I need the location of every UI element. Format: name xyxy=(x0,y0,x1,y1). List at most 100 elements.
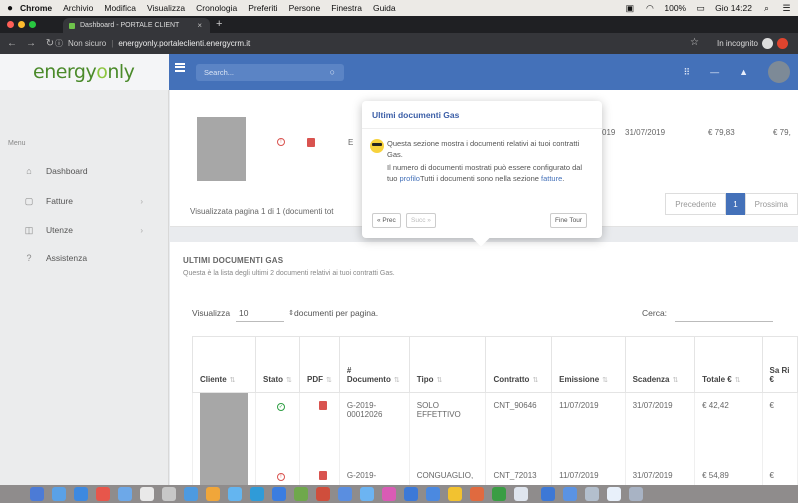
hamburger-menu-icon[interactable] xyxy=(175,66,185,68)
finder-icon[interactable] xyxy=(30,487,44,501)
sidebar-item-fatture[interactable]: ▢ Fatture › xyxy=(0,188,169,214)
menu-preferiti[interactable]: Preferiti xyxy=(248,3,277,13)
teamviewer-icon[interactable] xyxy=(338,487,352,501)
vscode-icon[interactable] xyxy=(404,487,418,501)
close-tab-icon[interactable]: × xyxy=(197,21,202,30)
invoices-link[interactable]: fatture xyxy=(541,174,562,183)
extension-icon[interactable] xyxy=(776,38,788,49)
sidebar-item-utenze[interactable]: ◫ Utenze › xyxy=(0,217,169,243)
column-header-contratto[interactable]: Contratto ⇅ xyxy=(485,336,553,393)
vlc-icon[interactable] xyxy=(470,487,484,501)
app-logo[interactable]: energy o nly xyxy=(0,54,169,90)
spotify-icon[interactable] xyxy=(492,487,506,501)
notification-bell-icon[interactable]: ▲ xyxy=(739,67,748,77)
app-store-icon[interactable] xyxy=(184,487,198,501)
apps-grid-icon[interactable]: ⠿ xyxy=(683,67,690,78)
excel-icon[interactable] xyxy=(294,487,308,501)
incognito-indicator[interactable]: In incognito xyxy=(717,38,788,49)
profile-link[interactable]: profilo xyxy=(400,174,420,183)
sort-icon[interactable]: ⇅ xyxy=(326,377,332,384)
menu-app-chrome[interactable]: Chrome xyxy=(20,3,52,13)
close-window-button[interactable] xyxy=(7,21,14,28)
topbar-search-input[interactable]: Search... ○ xyxy=(196,64,344,81)
bookmark-star-icon[interactable]: ☆ xyxy=(690,37,699,48)
menu-cronologia[interactable]: Cronologia xyxy=(196,3,237,13)
filezilla-icon[interactable] xyxy=(448,487,462,501)
menu-persone[interactable]: Persone xyxy=(289,3,321,13)
outlook-icon[interactable] xyxy=(563,487,577,501)
preview-icon[interactable] xyxy=(514,487,528,501)
sidebar-item-assistenza[interactable]: ? Assistenza xyxy=(0,245,169,271)
pdf-icon[interactable] xyxy=(318,471,327,480)
photos-icon[interactable] xyxy=(206,487,220,501)
sort-icon[interactable]: ⇅ xyxy=(673,377,679,384)
documents-folder-icon[interactable] xyxy=(607,487,621,501)
powerpoint-icon[interactable] xyxy=(316,487,330,501)
mail-icon[interactable] xyxy=(118,487,132,501)
table-search-input[interactable] xyxy=(675,305,773,322)
apple-icon[interactable]: ● xyxy=(0,3,20,14)
battery-icon[interactable]: ▭ xyxy=(695,3,706,13)
dropbox-icon[interactable] xyxy=(360,487,374,501)
menu-visualizza[interactable]: Visualizza xyxy=(147,3,185,13)
clock[interactable]: Gio 14:22 xyxy=(715,3,752,13)
column-header-scadenza[interactable]: Scadenza ⇅ xyxy=(624,336,696,393)
sort-icon[interactable]: ⇅ xyxy=(602,377,608,384)
sort-icon[interactable]: ⇅ xyxy=(735,377,741,384)
sort-icon[interactable]: ⇅ xyxy=(230,377,236,384)
sort-icon[interactable]: ⇅ xyxy=(437,377,443,384)
menu-finestra[interactable]: Finestra xyxy=(331,3,362,13)
sort-icon[interactable]: ⇅ xyxy=(394,377,400,384)
column-header-pdf[interactable]: PDF ⇅ xyxy=(298,336,340,393)
page-length-select[interactable]: 10 ⇕ xyxy=(236,305,294,322)
user-avatar[interactable] xyxy=(768,61,790,83)
tour-next-button[interactable]: Succ » xyxy=(406,213,436,228)
minimize-window-button[interactable] xyxy=(18,21,25,28)
menu-modifica[interactable]: Modifica xyxy=(104,3,136,13)
zoom-window-button[interactable] xyxy=(29,21,36,28)
calendar-icon[interactable] xyxy=(140,487,154,501)
chrome-icon[interactable] xyxy=(96,487,110,501)
prev-page-button[interactable]: Precedente xyxy=(665,193,727,215)
safari-icon[interactable] xyxy=(74,487,88,501)
spotlight-icon[interactable]: ⌕ xyxy=(761,3,772,13)
column-header-stato[interactable]: Stato ⇅ xyxy=(255,336,300,393)
next-page-button[interactable]: Prossima xyxy=(744,193,798,215)
status-app-icon[interactable]: ▣ xyxy=(624,3,635,13)
skype-icon[interactable] xyxy=(250,487,264,501)
downloads-folder-icon[interactable] xyxy=(585,487,599,501)
menu-guida[interactable]: Guida xyxy=(373,3,396,13)
skype-for-business-icon[interactable] xyxy=(541,487,555,501)
back-icon[interactable]: ← xyxy=(5,38,19,49)
forward-icon[interactable]: → xyxy=(24,38,38,49)
sidebar-item-dashboard[interactable]: ⌂ Dashboard xyxy=(0,158,169,184)
tour-prev-button[interactable]: « Prec xyxy=(372,213,401,228)
sort-icon[interactable]: ⇅ xyxy=(286,377,292,384)
notes-icon[interactable] xyxy=(162,487,176,501)
page-1-button[interactable]: 1 xyxy=(726,193,745,215)
trash-icon[interactable] xyxy=(629,487,643,501)
minus-icon[interactable]: — xyxy=(710,67,719,77)
column-header-documento[interactable]: # Documento ⇅ xyxy=(338,336,410,393)
pdf-icon[interactable] xyxy=(307,138,315,147)
address-bar[interactable]: ⓘ Non sicuro | energyonly.portaleclienti… xyxy=(55,36,685,51)
tour-end-button[interactable]: Fine Tour xyxy=(550,213,587,228)
word-icon[interactable] xyxy=(272,487,286,501)
notification-center-icon[interactable]: ☰ xyxy=(781,3,792,13)
new-tab-button[interactable]: + xyxy=(216,18,222,30)
pdf-icon[interactable] xyxy=(318,401,327,410)
info-icon[interactable]: ⓘ xyxy=(55,38,63,49)
column-header-cliente[interactable]: Cliente ⇅ xyxy=(192,336,256,393)
system-preferences-icon[interactable] xyxy=(426,487,440,501)
launchpad-icon[interactable] xyxy=(52,487,66,501)
search-icon[interactable]: ○ xyxy=(330,64,335,81)
column-header-tipo[interactable]: Tipo ⇅ xyxy=(408,336,487,393)
browser-tab[interactable]: Dashboard - PORTALE CLIENT × xyxy=(63,18,210,33)
menu-archivio[interactable]: Archivio xyxy=(63,3,93,13)
itunes-icon[interactable] xyxy=(382,487,396,501)
messages-icon[interactable] xyxy=(228,487,242,501)
wifi-icon[interactable]: ◠ xyxy=(644,3,655,13)
column-header-emissione[interactable]: Emissione ⇅ xyxy=(551,336,626,393)
column-header-residuo[interactable]: Sa Ri € xyxy=(761,336,798,393)
column-header-totale[interactable]: Totale € ⇅ xyxy=(694,336,763,393)
